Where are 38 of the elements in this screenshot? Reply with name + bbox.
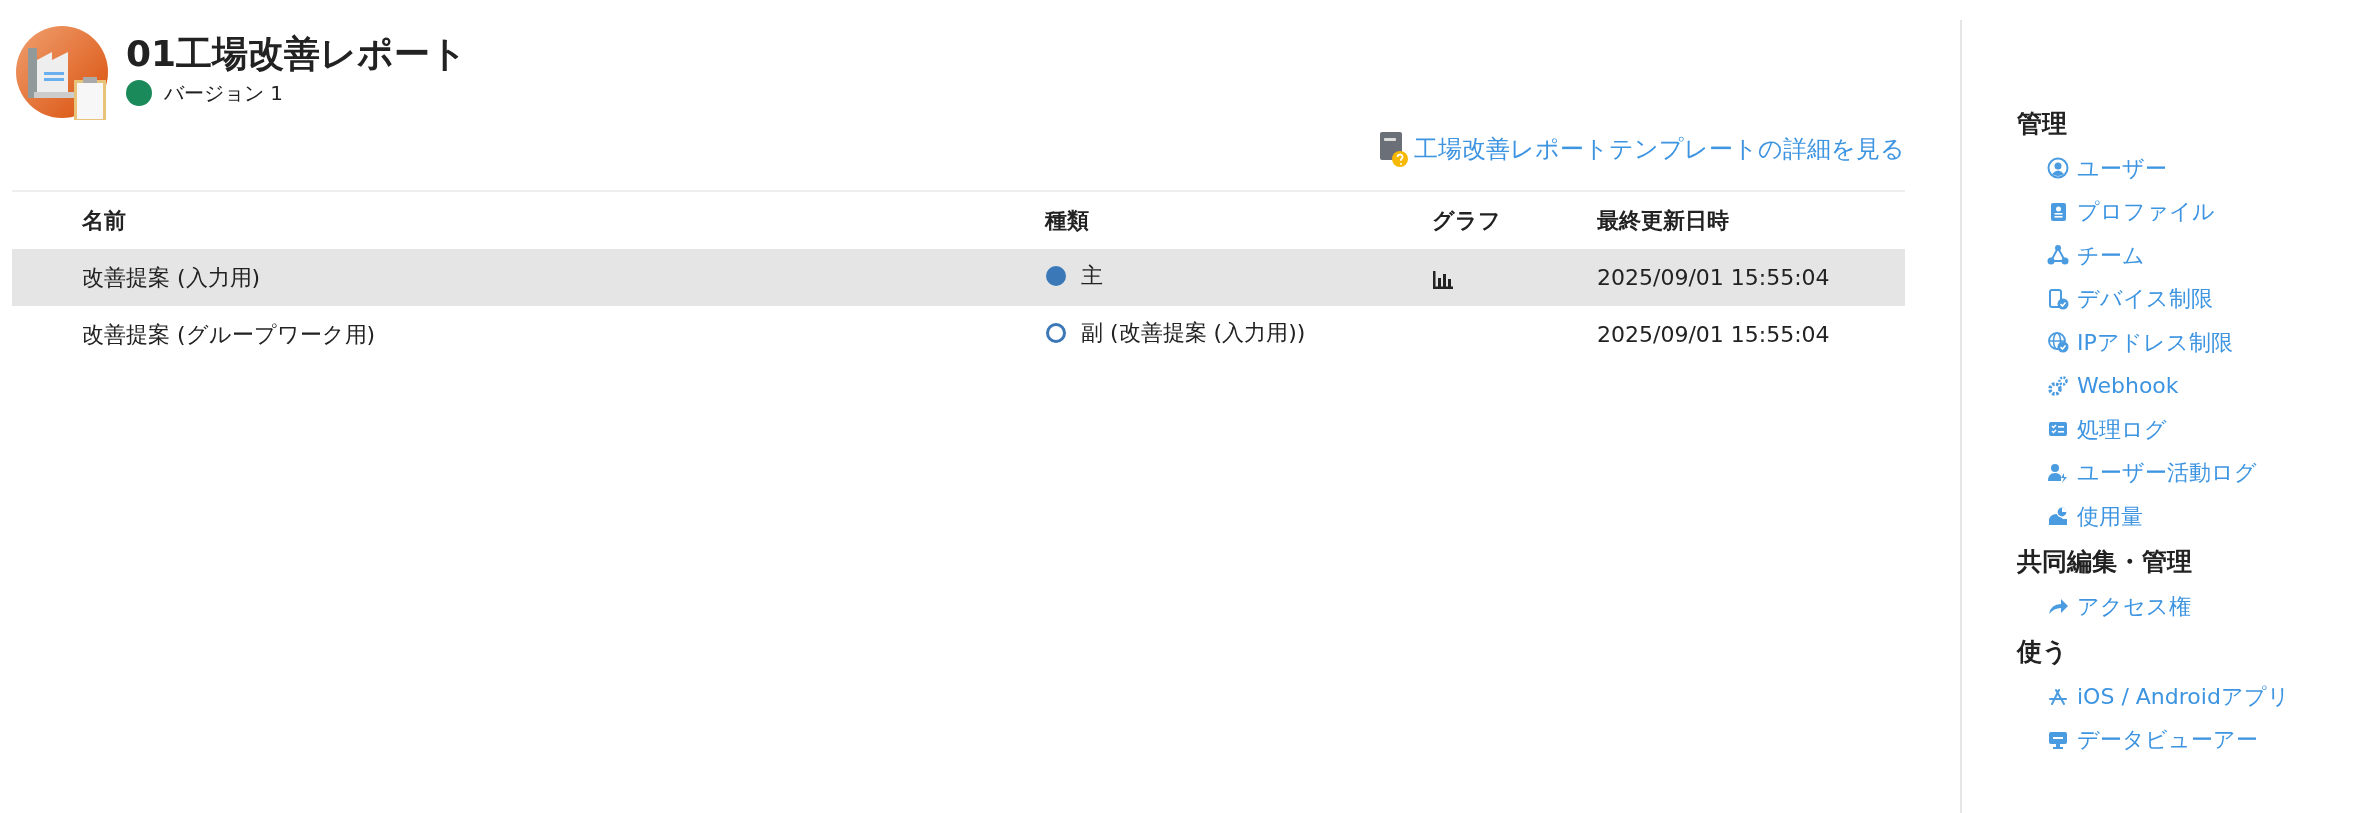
table-cell: 2025/09/01 15:55:04 (1597, 322, 1830, 347)
sidebar-link[interactable]: iOS / Androidアプリ (2017, 674, 2290, 718)
user-chart-icon (2047, 505, 2069, 528)
sidebar-link[interactable]: アクセス権 (2017, 584, 2290, 628)
sidebar-link[interactable]: Webhook (2017, 364, 2290, 408)
sidebar-link[interactable]: 使用量 (2017, 494, 2290, 538)
table-row[interactable]: 改善提案 (グループワーク用) 副 (改善提案 (入力用)) 2025/09/01 15:55:04 (12, 306, 1905, 363)
gears-icon (2047, 374, 2069, 397)
help-book-icon (1378, 130, 1408, 168)
table-cell: 改善提案 (入力用) (82, 265, 261, 290)
sidebar-link[interactable]: チーム (2017, 233, 2290, 277)
section-heading: 共同編集・管理 (2017, 546, 2193, 578)
sidebar-link[interactable]: 処理ログ (2017, 407, 2290, 451)
sidebar-link[interactable]: IPアドレス制限 (2017, 320, 2290, 364)
globe-check-icon (2047, 331, 2069, 354)
sidebar-link[interactable]: デバイス制限 (2017, 277, 2290, 321)
column-header: グラフ (1432, 208, 1501, 233)
column-header: 種類 (1045, 208, 1089, 233)
section-heading: 使う (2017, 636, 2069, 668)
sidebar-link[interactable]: ユーザー活動ログ (2017, 451, 2290, 495)
table-cell: 2025/09/01 15:55:04 (1597, 265, 1830, 290)
section-heading: 管理 (2017, 108, 2068, 140)
template-details-link[interactable]: 工場改善レポートテンプレートの詳細を見る (1378, 130, 1905, 168)
column-header: 最終更新日時 (1597, 208, 1729, 233)
sidebar-link[interactable]: データビューアー (2017, 718, 2290, 762)
sidebar-link[interactable]: プロファイル (2017, 190, 2290, 234)
column-header: 名前 (82, 208, 126, 233)
table-cell-text: 主 (1081, 262, 1103, 291)
page-title: 01工場改善レポート (126, 32, 468, 76)
sidebar-link[interactable]: ユーザー (2017, 146, 2290, 190)
team-icon (2047, 244, 2069, 267)
table-cell: 改善提案 (グループワーク用) (82, 322, 376, 347)
table-row[interactable]: 改善提案 (入力用) 主 2025/09/01 15:55:04 (12, 249, 1905, 306)
device-check-icon (2047, 287, 2069, 310)
user-bolt-icon (2047, 461, 2069, 484)
version-label: バージョン 1 (164, 79, 284, 107)
table-cell-text: 副 (改善提案 (入力用)) (1081, 319, 1306, 348)
user-icon (2047, 157, 2069, 180)
